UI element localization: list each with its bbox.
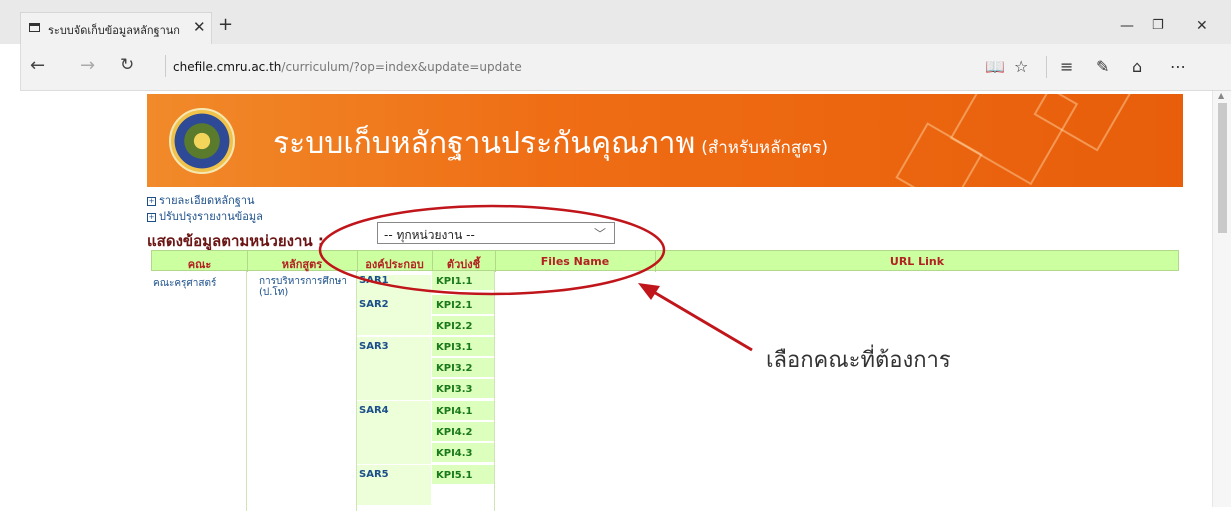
expand-box-icon: +: [147, 196, 156, 206]
kpi-cell[interactable]: KPI1.1: [432, 271, 494, 291]
reading-view-icon[interactable]: 📖: [985, 57, 1005, 76]
scroll-up-icon[interactable]: ▲: [1218, 91, 1224, 100]
kpi-cell[interactable]: KPI4.1: [432, 401, 494, 421]
table-header: คณะ หลักสูตร องค์ประกอบ ตัวบ่งชี้ Files …: [151, 250, 1179, 272]
sar-cell[interactable]: SAR2: [357, 295, 431, 335]
site-banner: ระบบเก็บหลักฐานประกันคุณภาพ (สำหรับหลักสู…: [147, 94, 1183, 187]
banner-title: ระบบเก็บหลักฐานประกันคุณภาพ (สำหรับหลักสู…: [273, 126, 829, 161]
address-input[interactable]: chefile.cmru.ac.th/curriculum/?op=index&…: [173, 60, 522, 74]
back-icon[interactable]: ←: [30, 55, 45, 76]
more-icon[interactable]: ⋯: [1170, 57, 1186, 76]
page-icon: [29, 23, 40, 32]
minimize-icon[interactable]: —: [1120, 18, 1134, 34]
program-cell[interactable]: การบริหารการศึกษา (ป.โท): [259, 276, 359, 298]
kpi-cell[interactable]: KPI5.1: [432, 465, 494, 485]
annotation-text: เลือกคณะที่ต้องการ: [766, 348, 951, 373]
kpi-cell[interactable]: KPI3.3: [432, 379, 494, 399]
forward-icon[interactable]: →: [80, 55, 95, 76]
column-divider: [246, 271, 247, 511]
sar-cell[interactable]: SAR3: [357, 337, 431, 400]
tab-title: ระบบจัดเก็บข้อมูลหลักฐานก: [48, 24, 180, 37]
kpi-cell[interactable]: KPI2.2: [432, 316, 494, 336]
share-icon[interactable]: ⌂: [1132, 57, 1142, 76]
address-divider: [165, 55, 166, 77]
new-tab-icon[interactable]: +: [218, 14, 233, 35]
window-frame-left: [0, 44, 21, 507]
expand-box-icon: +: [147, 212, 156, 222]
tab-bar: ระบบจัดเก็บข้อมูลหลักฐานก ✕ + — ❐ ✕: [0, 0, 1231, 44]
col-header-files-name: Files Name: [540, 255, 610, 268]
kpi-cell[interactable]: KPI3.1: [432, 337, 494, 357]
chevron-down-icon: ﹀: [593, 227, 606, 241]
browser-tab[interactable]: ระบบจัดเก็บข้อมูลหลักฐานก ✕: [20, 12, 212, 44]
main-content: + รายละเอียดหลักฐาน + ปรับปรุงรายงานข้อมูล…: [147, 187, 1183, 511]
vertical-scrollbar[interactable]: ▲: [1212, 91, 1231, 507]
kpi-cell[interactable]: KPI2.1: [432, 295, 494, 315]
link-update-report[interactable]: + ปรับปรุงรายงานข้อมูล: [147, 207, 263, 225]
sar-cell[interactable]: SAR4: [357, 401, 431, 464]
close-tab-icon[interactable]: ✕: [193, 18, 206, 36]
banner-subtitle: (สำหรับหลักสูตร): [701, 138, 829, 158]
close-window-icon[interactable]: ✕: [1196, 18, 1208, 34]
kpi-cell[interactable]: KPI3.2: [432, 358, 494, 378]
sar-cell[interactable]: SAR5: [357, 465, 431, 505]
sar-cell[interactable]: SAR1: [357, 275, 431, 295]
refresh-icon[interactable]: ↻: [120, 55, 134, 75]
toolbar-divider: [1046, 56, 1047, 78]
university-seal-logo: [169, 108, 235, 174]
table-body: คณะครุศาสตร์ การบริหารการศึกษา (ป.โท) SA…: [151, 271, 1179, 511]
kpi-cell[interactable]: KPI4.2: [432, 422, 494, 442]
hub-icon[interactable]: ≡: [1060, 57, 1073, 76]
department-select[interactable]: -- ทุกหน่วยงาน -- ﹀: [377, 222, 615, 244]
web-note-icon[interactable]: ✎: [1096, 57, 1109, 76]
address-bar-row: ← → ↻ chefile.cmru.ac.th/curriculum/?op=…: [20, 44, 1231, 91]
scrollbar-thumb[interactable]: [1218, 103, 1227, 233]
restore-icon[interactable]: ❐: [1152, 18, 1164, 33]
faculty-cell[interactable]: คณะครุศาสตร์: [153, 276, 216, 291]
favorite-star-icon[interactable]: ☆: [1014, 57, 1028, 76]
column-divider: [494, 271, 495, 511]
col-header-url-link: URL Link: [889, 255, 945, 268]
kpi-cell[interactable]: KPI4.3: [432, 443, 494, 463]
